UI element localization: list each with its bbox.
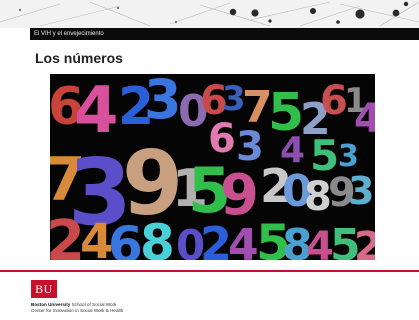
numbers-illustration: 6 4 2 3 0 6 3 7 5 2 6 1 4 6 3 4 5 3 7 3 <box>50 74 375 260</box>
svg-text:4: 4 <box>228 220 259 260</box>
footer-divider <box>0 270 419 272</box>
svg-text:8: 8 <box>140 214 175 260</box>
footer-center: Center for Innovation in Social Work & H… <box>31 308 124 313</box>
svg-text:2: 2 <box>354 224 375 260</box>
svg-text:3: 3 <box>144 74 182 131</box>
slide-heading: Los números <box>35 50 123 66</box>
network-banner-graphic <box>0 0 419 28</box>
section-title: El VIH y el envejecimiento <box>34 31 104 37</box>
svg-text:4: 4 <box>354 96 375 142</box>
footer-university: Boston University <box>31 302 71 307</box>
svg-text:4: 4 <box>74 74 119 148</box>
footer-school: School of Social Work <box>70 302 117 307</box>
section-title-bar: El VIH y el envejecimiento <box>30 28 419 40</box>
colorful-numbers-image: 6 4 2 3 0 6 3 7 5 2 6 1 4 6 3 4 5 3 7 3 <box>50 74 375 260</box>
svg-text:3: 3 <box>348 169 374 213</box>
svg-text:6: 6 <box>108 216 143 260</box>
slide: El VIH y el envejecimiento Los números 6… <box>0 0 419 320</box>
footer-text: Boston University School of Social Work … <box>31 302 123 314</box>
bu-logo: BU <box>31 280 57 298</box>
